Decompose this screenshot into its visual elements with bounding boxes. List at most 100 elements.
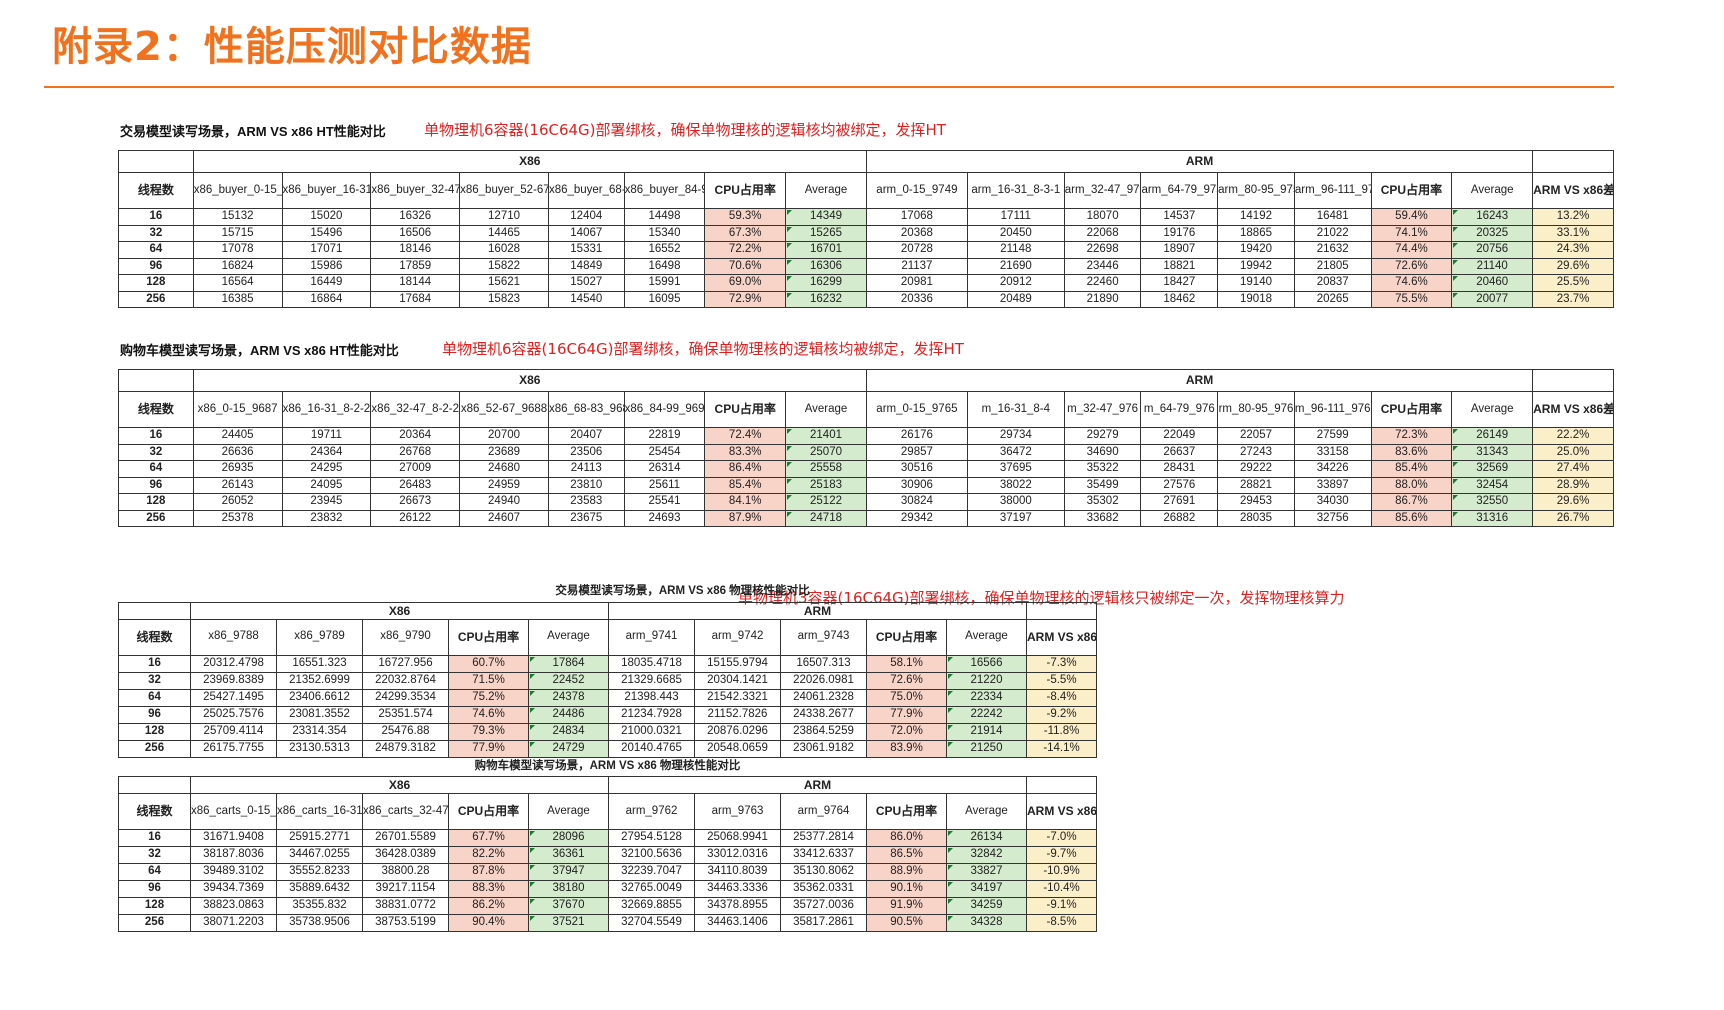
caption-row: 购物车模型读写场景，ARM VS x86 物理核性能对比 xyxy=(119,757,1097,776)
diff-cell: 25.0% xyxy=(1532,443,1614,462)
empty-cell xyxy=(118,369,194,392)
x86-column-header: x86_9790 xyxy=(362,618,449,656)
threads-cell: 128 xyxy=(118,896,191,915)
diff-cell: -11.8% xyxy=(1025,722,1098,741)
x86-value-cell: 23810 xyxy=(547,476,625,495)
arm-cpu-cell: 85.4% xyxy=(1370,460,1453,478)
x86-average-cell: 16701 xyxy=(785,241,867,259)
x86-cpu-cell: 86.2% xyxy=(448,896,529,915)
arm-cpu-cell: 59.4% xyxy=(1370,208,1453,226)
x86-cpu-cell: 69.0% xyxy=(704,274,787,292)
table-note: 单物理机6容器(16C64G)部署绑核，确保单物理核的逻辑核均被绑定，发挥HT xyxy=(424,121,946,139)
arm-average-cell: 16566 xyxy=(946,654,1027,673)
arm-value-cell: 20304.1421 xyxy=(694,671,781,690)
ht-cart-panel: 购物车模型读写场景，ARM VS x86 HT性能对比 单物理机6容器(16C6… xyxy=(118,327,1614,528)
arm-value-cell: 22026.0981 xyxy=(780,671,867,690)
arm-value-cell: 21398.443 xyxy=(608,688,695,707)
x86-cpu-cell: 82.2% xyxy=(448,845,529,864)
diff-header: ARM VS x86差距 xyxy=(1025,618,1098,656)
arm-column-header: arm_96-111_9753 xyxy=(1293,172,1372,209)
arm-value-cell: 20912 xyxy=(966,274,1065,292)
arm-average-cell: 31316 xyxy=(1451,509,1534,528)
diff-cell: -9.1% xyxy=(1025,896,1098,915)
arm-column-header: arm_32-47_9750 xyxy=(1063,172,1142,209)
x86-value-cell: 23130.5313 xyxy=(276,739,363,758)
empty-cell xyxy=(1532,150,1614,173)
arm-value-cell: 21148 xyxy=(966,241,1065,259)
arm-column-header: arm_0-15_9765 xyxy=(865,391,968,428)
empty-cell xyxy=(1025,601,1098,620)
x86-cpu-cell: 75.2% xyxy=(448,688,529,707)
x86-value-cell: 27009 xyxy=(370,460,461,478)
x86-average-cell: 16299 xyxy=(785,274,867,292)
cpu-header: CPU占用率 xyxy=(1370,172,1453,209)
table-row: 16 24405 19711 20364 20700 20407 22819 72.4% 214… xyxy=(118,427,1614,445)
arm-value-cell: 35130.8062 xyxy=(780,862,867,881)
title-divider xyxy=(44,86,1614,88)
x86-value-cell: 23689 xyxy=(459,443,549,462)
arm-cpu-cell: 72.0% xyxy=(866,722,947,741)
avg-header: Average xyxy=(785,172,867,209)
arm-column-header: arm_9742 xyxy=(694,618,781,656)
x86-column-header: x86_0-15_9687 xyxy=(192,391,283,428)
x86-value-cell: 17071 xyxy=(281,241,372,259)
x86-value-cell: 24959 xyxy=(459,476,549,495)
arm-value-cell: 29857 xyxy=(865,443,968,462)
arm-value-cell: 19018 xyxy=(1217,290,1295,309)
x86-value-cell: 25541 xyxy=(623,493,706,511)
x86-value-cell: 24299.3534 xyxy=(362,688,449,707)
diff-cell: 29.6% xyxy=(1532,493,1614,511)
arm-cpu-cell: 74.6% xyxy=(1370,274,1453,292)
cpu-header: CPU占用率 xyxy=(704,391,787,428)
x86-column-header: x86_buyer_32-47_8-2-1 xyxy=(370,172,461,209)
x86-cpu-cell: 84.1% xyxy=(704,493,787,511)
threads-cell: 96 xyxy=(118,879,191,898)
x86-cpu-cell: 87.9% xyxy=(704,509,787,528)
arm-value-cell: 34463.1406 xyxy=(694,913,781,932)
arm-value-cell: 28431 xyxy=(1140,460,1219,478)
x86-value-cell: 26143 xyxy=(192,476,283,495)
arm-column-header: m_96-111_976 xyxy=(1293,391,1372,428)
diff-cell: 26.7% xyxy=(1532,509,1614,528)
x86-cpu-cell: 60.7% xyxy=(448,654,529,673)
x86-value-cell: 15340 xyxy=(623,224,706,243)
x86-average-cell: 16306 xyxy=(785,257,867,276)
x86-average-cell: 25558 xyxy=(785,460,867,478)
x86-average-cell: 25122 xyxy=(785,493,867,511)
arm-value-cell: 16507.313 xyxy=(780,654,867,673)
threads-cell: 128 xyxy=(118,274,194,292)
arm-value-cell: 18865 xyxy=(1217,224,1295,243)
x86-column-header: x86_32-47_8-2-2 xyxy=(370,391,461,428)
arm-value-cell: 21542.3321 xyxy=(694,688,781,707)
table-row: 256 26175.7755 23130.5313 24879.3182 77.9% 24… xyxy=(118,739,1098,758)
x86-value-cell: 38187.8036 xyxy=(190,845,277,864)
arm-value-cell: 34690 xyxy=(1063,443,1142,462)
x86-average-cell: 17864 xyxy=(528,654,609,673)
arm-cpu-cell: 86.0% xyxy=(866,828,947,847)
x86-cpu-cell: 90.4% xyxy=(448,913,529,932)
arm-value-cell: 22049 xyxy=(1140,427,1219,445)
x86-value-cell: 21352.6999 xyxy=(276,671,363,690)
x86-value-cell: 24405 xyxy=(192,427,283,445)
arm-column-header: arm_64-79_9751 xyxy=(1140,172,1219,209)
x86-value-cell: 15621 xyxy=(459,274,549,292)
arm-value-cell: 20876.0296 xyxy=(694,722,781,741)
arm-value-cell: 19140 xyxy=(1217,274,1295,292)
x86-cpu-cell: 67.7% xyxy=(448,828,529,847)
x86-value-cell: 22032.8764 xyxy=(362,671,449,690)
phys-panel: 交易模型读写场景，ARM VS x86 物理核性能对比 X86 ARM 线程数 x86_… xyxy=(118,583,1098,932)
x86-column-header: x86_carts_32-47_9699 xyxy=(362,792,449,830)
diff-cell: 33.1% xyxy=(1532,224,1614,243)
diff-cell: -10.9% xyxy=(1025,862,1098,881)
table-row: 96 25025.7576 23081.3552 25351.574 74.6% 2448… xyxy=(118,705,1098,724)
arm-value-cell: 17111 xyxy=(966,208,1065,226)
table-row: 96 39434.7369 35889.6432 39217.1154 88.3% 381… xyxy=(118,879,1098,898)
x86-average-cell: 22452 xyxy=(528,671,609,690)
x86-value-cell: 35355.832 xyxy=(276,896,363,915)
arm-average-cell: 21250 xyxy=(946,739,1027,758)
arm-value-cell: 32100.5636 xyxy=(608,845,695,864)
x86-value-cell: 16506 xyxy=(370,224,461,243)
column-header-row: 线程数x86_buyer_0-15_9656x86_buyer_16-31_8-… xyxy=(118,172,1614,209)
arm-value-cell: 21137 xyxy=(865,257,968,276)
x86-value-cell: 26935 xyxy=(192,460,283,478)
